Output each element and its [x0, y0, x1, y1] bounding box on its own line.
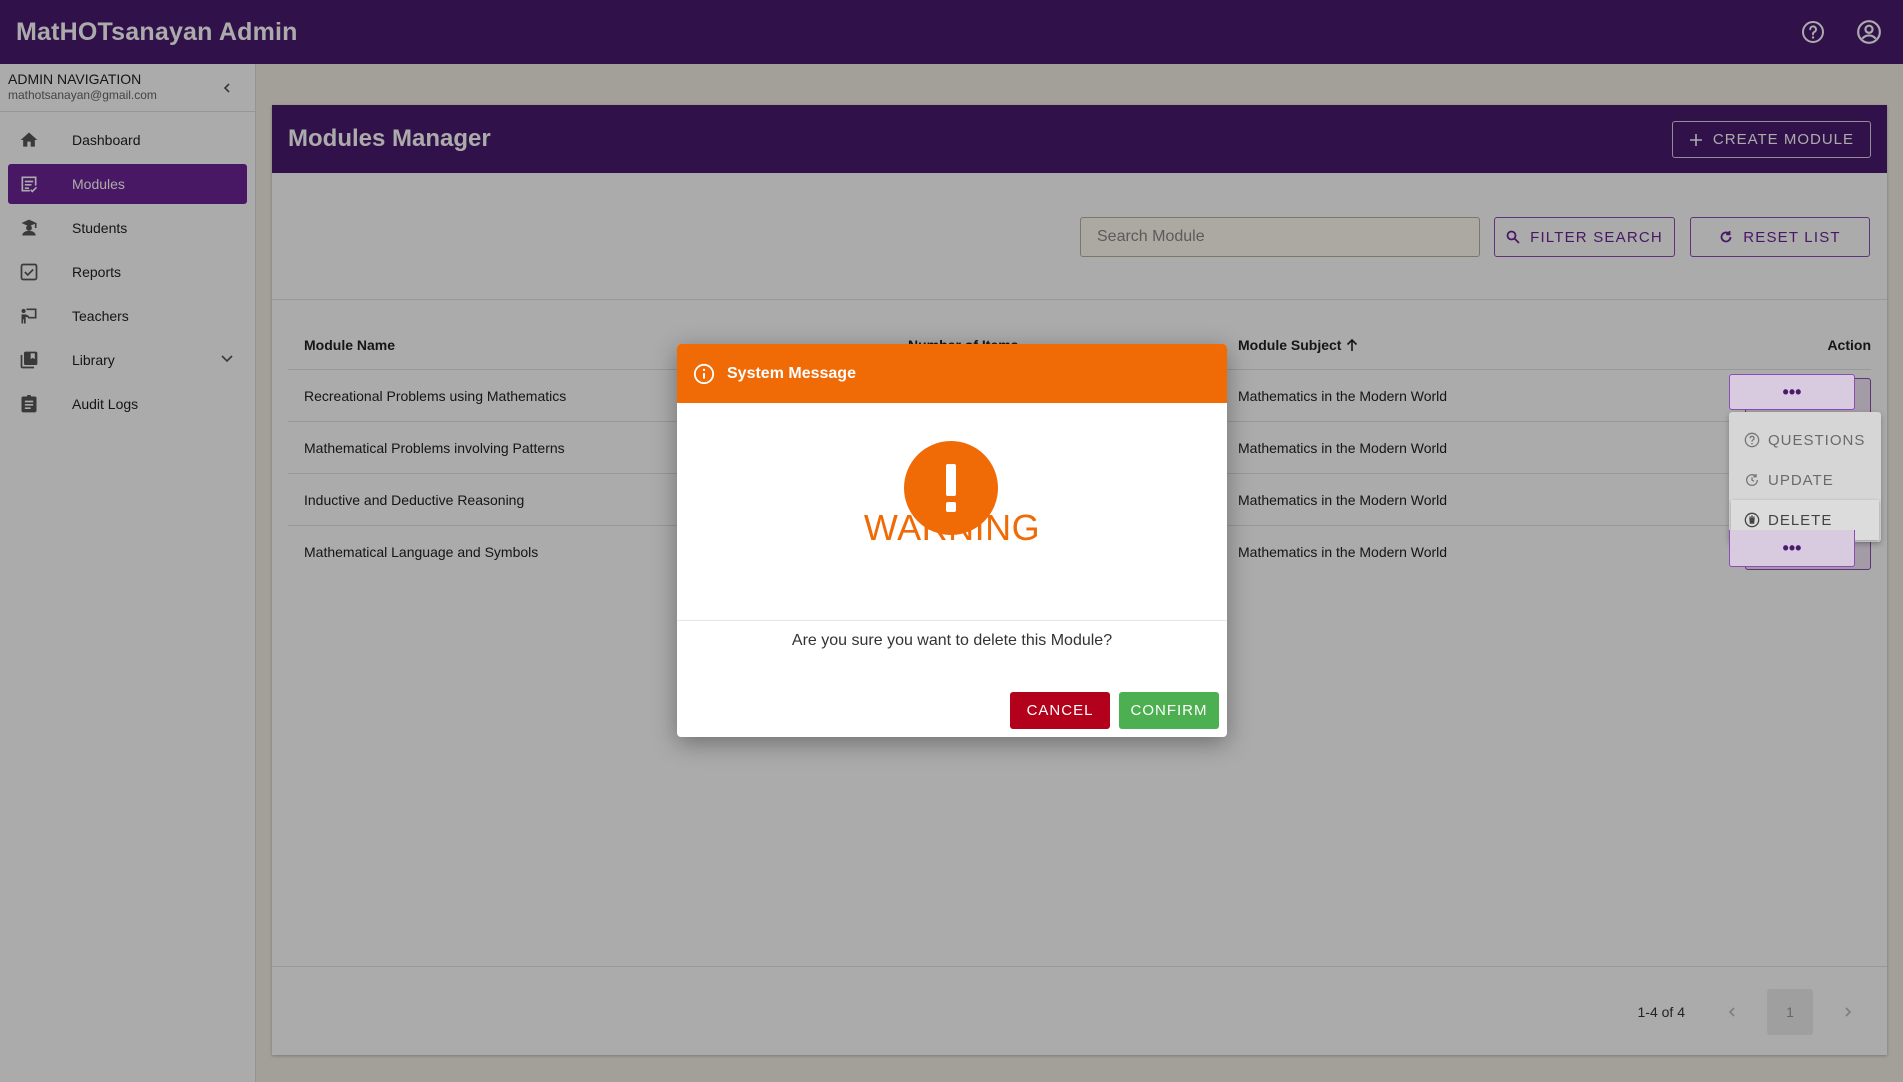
- dialog-heading: WARNING: [863, 507, 1041, 548]
- menu-item-label: DELETE: [1768, 511, 1833, 529]
- row-action-button-open[interactable]: •••: [1729, 374, 1855, 410]
- dialog-actions: CANCEL CONFIRM: [1010, 692, 1219, 729]
- info-icon: [693, 363, 715, 384]
- dialog-title: System Message: [727, 364, 856, 382]
- dialog-header: System Message: [677, 344, 1227, 403]
- menu-item-label: UPDATE: [1768, 471, 1834, 489]
- update-icon: [1746, 474, 1758, 486]
- help-circle-icon: [1744, 432, 1760, 448]
- row-action-button-partial[interactable]: •••: [1729, 530, 1855, 567]
- confirm-delete-dialog: System Message WARNING Are you sure you …: [677, 344, 1227, 737]
- action-menu: QUESTIONS UPDATE DELETE: [1729, 412, 1881, 542]
- confirm-button[interactable]: CONFIRM: [1119, 692, 1219, 729]
- delete-icon: [1744, 512, 1760, 528]
- menu-item-questions[interactable]: QUESTIONS: [1729, 420, 1881, 460]
- cancel-button[interactable]: CANCEL: [1010, 692, 1110, 729]
- menu-item-update[interactable]: UPDATE: [1729, 460, 1881, 500]
- dialog-message: Are you sure you want to delete this Mod…: [791, 632, 1113, 649]
- menu-item-label: QUESTIONS: [1768, 431, 1866, 449]
